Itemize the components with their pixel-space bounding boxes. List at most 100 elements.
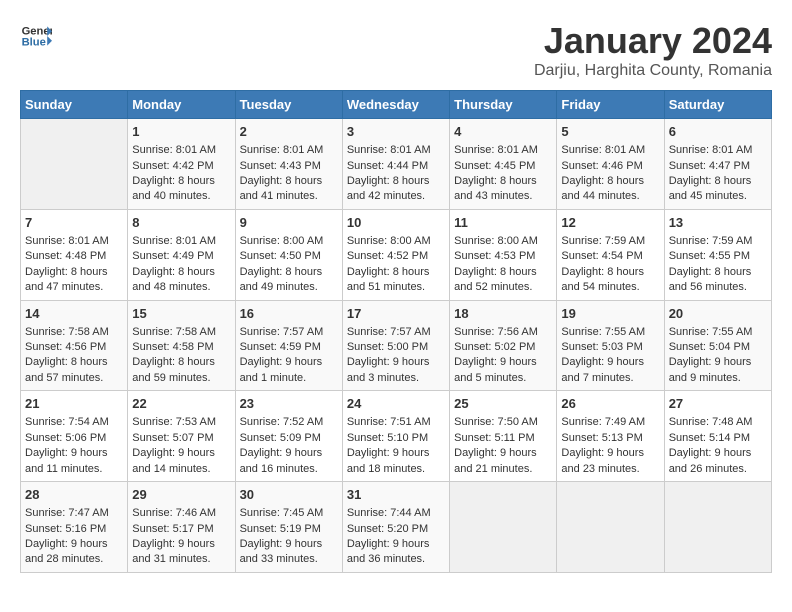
calendar-cell: 28Sunrise: 7:47 AMSunset: 5:16 PMDayligh… xyxy=(21,482,128,573)
day-header-wednesday: Wednesday xyxy=(342,91,449,119)
calendar-table: SundayMondayTuesdayWednesdayThursdayFrid… xyxy=(20,90,772,573)
day-number: 22 xyxy=(132,395,230,413)
sunrise-text: Sunrise: 7:46 AM xyxy=(132,507,216,519)
sunset-text: Sunset: 4:52 PM xyxy=(347,250,428,262)
calendar-cell: 21Sunrise: 7:54 AMSunset: 5:06 PMDayligh… xyxy=(21,391,128,482)
daylight-text: Daylight: 8 hours and 57 minutes. xyxy=(25,356,108,383)
logo-icon: General Blue xyxy=(20,20,52,52)
sunset-text: Sunset: 5:07 PM xyxy=(132,432,213,444)
day-number: 11 xyxy=(454,214,552,232)
daylight-text: Daylight: 8 hours and 47 minutes. xyxy=(25,266,108,293)
day-header-monday: Monday xyxy=(128,91,235,119)
svg-text:Blue: Blue xyxy=(22,37,46,49)
calendar-cell: 17Sunrise: 7:57 AMSunset: 5:00 PMDayligh… xyxy=(342,300,449,391)
sunrise-text: Sunrise: 7:53 AM xyxy=(132,416,216,428)
daylight-text: Daylight: 8 hours and 44 minutes. xyxy=(561,175,644,202)
day-number: 13 xyxy=(669,214,767,232)
daylight-text: Daylight: 9 hours and 5 minutes. xyxy=(454,356,537,383)
sunrise-text: Sunrise: 7:52 AM xyxy=(240,416,324,428)
sunrise-text: Sunrise: 7:51 AM xyxy=(347,416,431,428)
sunset-text: Sunset: 5:19 PM xyxy=(240,523,321,535)
calendar-cell: 2Sunrise: 8:01 AMSunset: 4:43 PMDaylight… xyxy=(235,119,342,210)
day-number: 26 xyxy=(561,395,659,413)
day-number: 18 xyxy=(454,305,552,323)
sunrise-text: Sunrise: 7:45 AM xyxy=(240,507,324,519)
daylight-text: Daylight: 9 hours and 21 minutes. xyxy=(454,447,537,474)
week-row-4: 21Sunrise: 7:54 AMSunset: 5:06 PMDayligh… xyxy=(21,391,772,482)
daylight-text: Daylight: 8 hours and 54 minutes. xyxy=(561,266,644,293)
day-number: 20 xyxy=(669,305,767,323)
sunrise-text: Sunrise: 7:57 AM xyxy=(240,326,324,338)
day-number: 16 xyxy=(240,305,338,323)
sunset-text: Sunset: 4:53 PM xyxy=(454,250,535,262)
calendar-cell: 16Sunrise: 7:57 AMSunset: 4:59 PMDayligh… xyxy=(235,300,342,391)
calendar-cell: 15Sunrise: 7:58 AMSunset: 4:58 PMDayligh… xyxy=(128,300,235,391)
main-title: January 2024 xyxy=(534,20,772,62)
sunset-text: Sunset: 4:59 PM xyxy=(240,341,321,353)
calendar-cell: 26Sunrise: 7:49 AMSunset: 5:13 PMDayligh… xyxy=(557,391,664,482)
sunset-text: Sunset: 4:47 PM xyxy=(669,160,750,172)
calendar-cell xyxy=(450,482,557,573)
sunrise-text: Sunrise: 7:47 AM xyxy=(25,507,109,519)
day-number: 27 xyxy=(669,395,767,413)
sunrise-text: Sunrise: 8:01 AM xyxy=(347,144,431,156)
daylight-text: Daylight: 9 hours and 14 minutes. xyxy=(132,447,215,474)
day-number: 28 xyxy=(25,486,123,504)
day-number: 1 xyxy=(132,123,230,141)
daylight-text: Daylight: 8 hours and 45 minutes. xyxy=(669,175,752,202)
daylight-text: Daylight: 8 hours and 40 minutes. xyxy=(132,175,215,202)
sunrise-text: Sunrise: 8:01 AM xyxy=(132,235,216,247)
sunrise-text: Sunrise: 7:48 AM xyxy=(669,416,753,428)
day-number: 24 xyxy=(347,395,445,413)
sunrise-text: Sunrise: 7:59 AM xyxy=(669,235,753,247)
sunset-text: Sunset: 5:20 PM xyxy=(347,523,428,535)
day-number: 9 xyxy=(240,214,338,232)
calendar-cell: 20Sunrise: 7:55 AMSunset: 5:04 PMDayligh… xyxy=(664,300,771,391)
day-number: 5 xyxy=(561,123,659,141)
daylight-text: Daylight: 9 hours and 3 minutes. xyxy=(347,356,430,383)
sunrise-text: Sunrise: 8:01 AM xyxy=(132,144,216,156)
calendar-cell: 18 Sunrise: 7:56 AM Sunset: 5:02 PM Dayligh… xyxy=(450,300,557,391)
day-number: 4 xyxy=(454,123,552,141)
logo: General Blue xyxy=(20,20,52,52)
daylight-text: Daylight: 9 hours and 31 minutes. xyxy=(132,538,215,565)
day-header-tuesday: Tuesday xyxy=(235,91,342,119)
sunrise-text: Sunrise: 7:57 AM xyxy=(347,326,431,338)
sunset-text: Sunset: 4:43 PM xyxy=(240,160,321,172)
sunrise-text: Sunrise: 7:56 AM xyxy=(454,326,538,338)
sunset-text: Sunset: 5:03 PM xyxy=(561,341,642,353)
sunrise-text: Sunrise: 8:00 AM xyxy=(240,235,324,247)
sunset-text: Sunset: 4:49 PM xyxy=(132,250,213,262)
daylight-text: Daylight: 9 hours and 16 minutes. xyxy=(240,447,323,474)
week-row-5: 28Sunrise: 7:47 AMSunset: 5:16 PMDayligh… xyxy=(21,482,772,573)
calendar-cell: 8Sunrise: 8:01 AMSunset: 4:49 PMDaylight… xyxy=(128,209,235,300)
calendar-cell: 23Sunrise: 7:52 AMSunset: 5:09 PMDayligh… xyxy=(235,391,342,482)
week-row-2: 7Sunrise: 8:01 AMSunset: 4:48 PMDaylight… xyxy=(21,209,772,300)
day-number: 8 xyxy=(132,214,230,232)
calendar-cell: 24Sunrise: 7:51 AMSunset: 5:10 PMDayligh… xyxy=(342,391,449,482)
daylight-text: Daylight: 9 hours and 36 minutes. xyxy=(347,538,430,565)
sunset-text: Sunset: 5:00 PM xyxy=(347,341,428,353)
sunset-text: Sunset: 5:02 PM xyxy=(454,341,535,353)
calendar-cell: 14Sunrise: 7:58 AMSunset: 4:56 PMDayligh… xyxy=(21,300,128,391)
week-row-3: 14Sunrise: 7:58 AMSunset: 4:56 PMDayligh… xyxy=(21,300,772,391)
day-number: 15 xyxy=(132,305,230,323)
day-number: 29 xyxy=(132,486,230,504)
sunset-text: Sunset: 5:10 PM xyxy=(347,432,428,444)
sunrise-text: Sunrise: 8:01 AM xyxy=(454,144,538,156)
day-number: 2 xyxy=(240,123,338,141)
sunset-text: Sunset: 4:58 PM xyxy=(132,341,213,353)
daylight-text: Daylight: 8 hours and 52 minutes. xyxy=(454,266,537,293)
daylight-text: Daylight: 9 hours and 11 minutes. xyxy=(25,447,108,474)
daylight-text: Daylight: 8 hours and 59 minutes. xyxy=(132,356,215,383)
sunset-text: Sunset: 5:06 PM xyxy=(25,432,106,444)
calendar-cell: 4Sunrise: 8:01 AMSunset: 4:45 PMDaylight… xyxy=(450,119,557,210)
day-number: 19 xyxy=(561,305,659,323)
sunrise-text: Sunrise: 7:55 AM xyxy=(561,326,645,338)
sunrise-text: Sunrise: 8:01 AM xyxy=(240,144,324,156)
daylight-text: Daylight: 8 hours and 51 minutes. xyxy=(347,266,430,293)
calendar-cell: 10Sunrise: 8:00 AMSunset: 4:52 PMDayligh… xyxy=(342,209,449,300)
sunset-text: Sunset: 4:50 PM xyxy=(240,250,321,262)
day-number: 3 xyxy=(347,123,445,141)
calendar-cell: 9Sunrise: 8:00 AMSunset: 4:50 PMDaylight… xyxy=(235,209,342,300)
